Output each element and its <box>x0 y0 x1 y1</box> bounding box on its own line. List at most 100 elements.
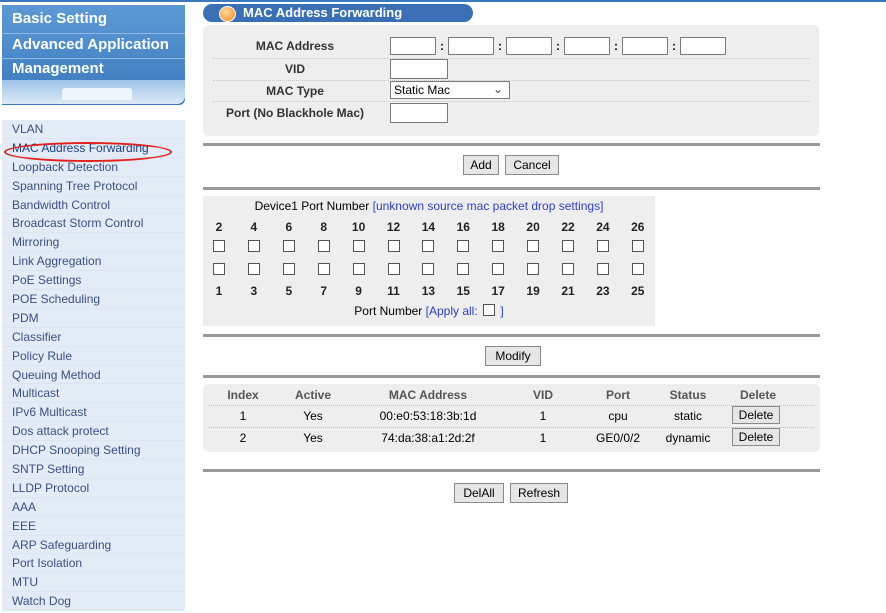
port-checkbox[interactable] <box>457 240 470 252</box>
mac-separator: : <box>614 39 618 53</box>
port-checkbox[interactable] <box>213 263 225 275</box>
port-number: 24 <box>596 220 610 234</box>
port-checkbox[interactable] <box>247 263 260 275</box>
port-checkbox[interactable] <box>247 240 260 252</box>
sidebar-item[interactable]: PDM <box>2 308 185 328</box>
port-number: 23 <box>596 284 610 298</box>
sidebar-item[interactable]: Bandwidth Control <box>2 195 185 215</box>
mac-octet-5-input[interactable] <box>622 37 668 55</box>
port-checkbox[interactable] <box>492 240 505 252</box>
port-number: 25 <box>631 284 645 298</box>
table-header: Delete <box>739 388 777 402</box>
sidebar-item[interactable]: LLDP Protocol <box>2 478 185 498</box>
port-checkbox[interactable] <box>492 263 505 275</box>
delete-all-button[interactable]: DelAll <box>454 483 504 503</box>
port-checkbox[interactable] <box>631 240 644 252</box>
mac-octet-1-input[interactable] <box>390 37 436 55</box>
port-checkbox[interactable] <box>213 240 225 252</box>
port-checkbox[interactable] <box>387 263 400 275</box>
sidebar-item[interactable]: Link Aggregation <box>2 252 185 272</box>
port-input[interactable] <box>390 103 448 123</box>
apply-all-label: [Apply all: <box>425 304 478 318</box>
sidebar-item[interactable]: Dos attack protect <box>2 422 185 442</box>
port-checkbox[interactable] <box>282 263 295 275</box>
port-number: 26 <box>631 220 645 234</box>
menu-management[interactable]: Management <box>12 60 104 77</box>
apply-all-checkbox[interactable] <box>483 304 496 316</box>
sidebar-item[interactable]: Watch Dog <box>2 592 185 612</box>
port-checkbox[interactable] <box>422 240 435 252</box>
row-divider <box>209 405 814 406</box>
port-checkbox[interactable] <box>282 240 295 252</box>
delete-row-button[interactable]: Delete <box>732 406 780 424</box>
chevron-down-icon: ⌄ <box>492 82 503 96</box>
port-number: 4 <box>250 220 258 234</box>
port-checkbox[interactable] <box>527 240 540 252</box>
port-checkbox[interactable] <box>352 240 365 252</box>
port-checkbox[interactable] <box>317 263 330 275</box>
row-divider <box>213 58 809 59</box>
menu-basic-setting[interactable]: Basic Setting <box>12 10 107 27</box>
sidebar-item[interactable]: Classifier <box>2 327 185 347</box>
mac-separator: : <box>498 39 502 53</box>
sidebar-item[interactable]: SNTP Setting <box>2 460 185 479</box>
section-divider <box>203 469 820 472</box>
table-cell: 1 <box>539 409 547 423</box>
sidebar-item[interactable]: DHCP Snooping Setting <box>2 441 185 461</box>
sidebar-item[interactable]: Multicast <box>2 384 185 404</box>
sidebar-item[interactable]: AAA <box>2 497 185 517</box>
sidebar-item[interactable]: Queuing Method <box>2 365 185 385</box>
sidebar-item[interactable]: VLAN <box>2 120 185 139</box>
sidebar-item[interactable]: Port Isolation <box>2 554 185 574</box>
sidebar-item[interactable]: POE Scheduling <box>2 290 185 309</box>
table-header: Status <box>669 388 707 402</box>
sidebar-item[interactable]: PoE Settings <box>2 271 185 291</box>
sidebar-item[interactable]: IPv6 Multicast <box>2 403 185 423</box>
menu-advanced-application[interactable]: Advanced Application <box>12 36 169 53</box>
port-checkbox[interactable] <box>352 263 365 275</box>
sidebar-item[interactable]: Loopback Detection <box>2 157 185 177</box>
sidebar-item[interactable]: EEE <box>2 516 185 536</box>
port-checkbox[interactable] <box>422 263 435 275</box>
port-panel-title: Device1 Port Number [unknown source mac … <box>203 199 655 213</box>
sidebar-item[interactable]: Broadcast Storm Control <box>2 214 185 234</box>
sidebar-item[interactable]: Policy Rule <box>2 346 185 366</box>
mac-separator: : <box>440 39 444 53</box>
mac-octet-2-input[interactable] <box>448 37 494 55</box>
sidebar-item[interactable]: ARP Safeguarding <box>2 535 185 555</box>
port-checkbox[interactable] <box>457 263 470 275</box>
mac-type-select[interactable]: Static Mac ⌄ <box>390 81 510 99</box>
port-checkbox[interactable] <box>317 240 330 252</box>
table-header: Index <box>227 388 259 402</box>
mac-octet-6-input[interactable] <box>680 37 726 55</box>
port-number: 2 <box>215 220 223 234</box>
port-checkbox[interactable] <box>596 240 609 252</box>
vid-input[interactable] <box>390 59 448 79</box>
refresh-button[interactable]: Refresh <box>510 483 568 503</box>
row-divider <box>209 427 814 428</box>
port-number: 9 <box>355 284 362 298</box>
sidebar-item[interactable]: Mirroring <box>2 233 185 253</box>
port-checkbox[interactable] <box>596 263 609 275</box>
port-checkbox[interactable] <box>387 240 400 252</box>
sidebar-item[interactable]: Spanning Tree Protocol <box>2 176 185 196</box>
port-checkbox[interactable] <box>527 263 540 275</box>
port-checkbox[interactable] <box>562 240 574 252</box>
mac-octet-3-input[interactable] <box>506 37 552 55</box>
port-number: 7 <box>320 284 328 298</box>
mac-octet-4-input[interactable] <box>564 37 610 55</box>
delete-row-button[interactable]: Delete <box>732 428 780 446</box>
port-number: 16 <box>456 220 470 234</box>
port-label: Port (No Blackhole Mac) <box>225 106 365 120</box>
table-cell: 00:e0:53:18:3b:1d <box>379 409 477 423</box>
port-checkbox[interactable] <box>631 263 644 275</box>
add-button[interactable]: Add <box>463 155 499 175</box>
table-cell: static <box>673 409 702 423</box>
sidebar-item[interactable]: MAC Address Forwarding <box>2 138 185 158</box>
page-title-bar: MAC Address Forwarding <box>203 3 473 23</box>
cancel-button[interactable]: Cancel <box>505 155 559 175</box>
unknown-source-mac-link[interactable]: [unknown source mac packet drop settings… <box>373 199 604 213</box>
modify-button[interactable]: Modify <box>485 346 541 366</box>
sidebar-item[interactable]: MTU <box>2 573 185 593</box>
port-checkbox[interactable] <box>562 263 574 275</box>
